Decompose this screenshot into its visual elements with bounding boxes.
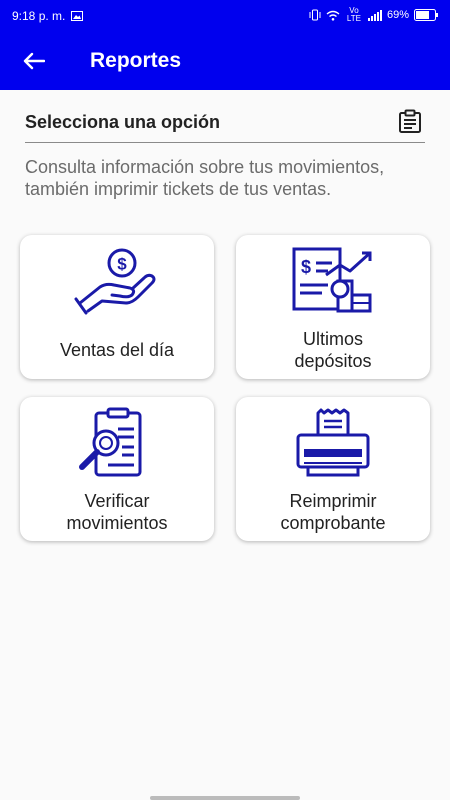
option-label-line2: movimientos	[66, 513, 168, 533]
option-label: Ventas del día	[59, 340, 175, 360]
section-title: Selecciona una opción	[25, 112, 221, 132]
clipboard-button[interactable]	[397, 108, 423, 134]
signal-icon	[367, 9, 382, 21]
hand-money-icon: $	[74, 248, 156, 315]
section-header: Selecciona una opción	[25, 104, 425, 143]
verify-document-icon	[79, 407, 142, 477]
option-card-reimprimir-comprobante[interactable]: Reimprimir comprobante	[236, 397, 430, 541]
option-card-ultimos-depositos[interactable]: $ Ultimos depósitos	[236, 235, 430, 379]
deposits-chart-icon: $	[292, 247, 372, 313]
option-label-line2: comprobante	[280, 513, 386, 533]
option-label-line1: Verificar	[84, 491, 150, 511]
page-title: Reportes	[90, 49, 182, 72]
app-bar: Reportes	[0, 32, 450, 90]
option-label-line1: Ultimos	[302, 329, 363, 349]
svg-text:$: $	[117, 255, 127, 274]
status-bar: 9:18 p. m. Vo LTE 69%	[0, 0, 450, 32]
battery-percent: 69%	[386, 9, 409, 21]
arrow-back-icon	[23, 52, 45, 70]
wifi-icon	[326, 10, 340, 21]
clipboard-icon	[399, 109, 421, 133]
status-time: 9:18 p. m.	[12, 9, 66, 23]
printer-icon	[296, 408, 370, 477]
option-label-line1: Reimprimir	[289, 491, 377, 511]
back-button[interactable]	[16, 45, 52, 77]
gallery-notification-icon	[71, 11, 84, 21]
network-type: Vo LTE	[346, 6, 361, 23]
section-description: Consulta información sobre tus movimient…	[25, 157, 385, 199]
vibrate-icon	[309, 9, 321, 21]
home-indicator[interactable]	[150, 796, 300, 800]
option-card-ventas-del-dia[interactable]: $ Ventas del día	[20, 235, 214, 379]
battery-icon	[414, 9, 438, 21]
option-label-line2: depósitos	[294, 351, 372, 371]
option-card-verificar-movimientos[interactable]: Verificar movimientos	[20, 397, 214, 541]
svg-text:$: $	[301, 257, 311, 277]
